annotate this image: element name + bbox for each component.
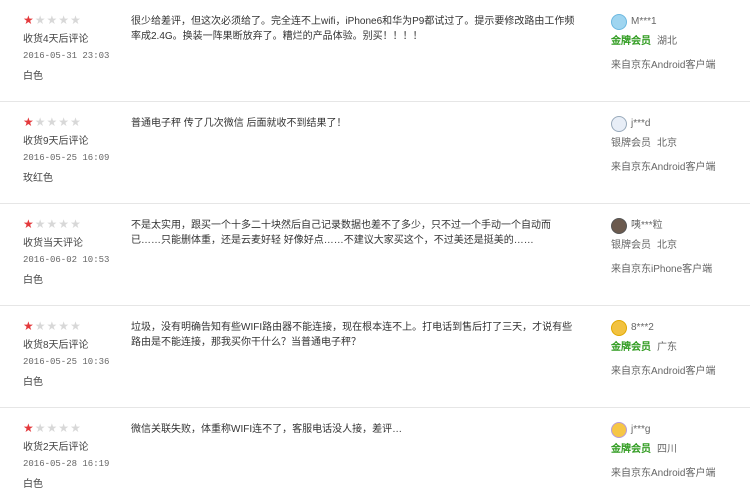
review-meta: ★★★★★ 收货9天后评论 2016-05-25 16:09 玫红色 xyxy=(23,116,123,184)
reviewer-name[interactable]: j***d xyxy=(631,118,650,129)
review-delay: 收货4天后评论 xyxy=(23,34,89,45)
review-date: 2016-05-25 16:09 xyxy=(23,153,110,163)
member-level: 金牌会员 xyxy=(611,342,651,353)
member-level: 金牌会员 xyxy=(611,444,651,455)
review-item: ★★★★★ 收货9天后评论 2016-05-25 16:09 玫红色 普通电子秤… xyxy=(0,102,750,204)
star-rating: ★★★★★ xyxy=(23,320,123,332)
product-color: 白色 xyxy=(23,71,43,82)
star-icon: ★ xyxy=(34,319,47,333)
star-icon: ★ xyxy=(46,421,59,435)
review-content: 不是太实用，跟买一个十多二十块然后自己记录数据也差不了多少，只不过一个手动一个自… xyxy=(131,220,551,246)
star-icon: ★ xyxy=(23,13,35,27)
review-item: ★★★★★ 收货4天后评论 2016-05-31 23:03 白色 很少给差评，… xyxy=(0,0,750,102)
review-content: 很少给差评，但这次必须给了。完全连不上wifi，iPhone6和华为P9都试过了… xyxy=(131,16,575,42)
star-icon: ★ xyxy=(70,115,82,129)
reviewer-info: j***g 金牌会员 四川 来自京东Android客户端 xyxy=(611,422,741,479)
product-color: 白色 xyxy=(23,377,43,388)
star-icon: ★ xyxy=(34,217,47,231)
reviewer-name[interactable]: 咦***粒 xyxy=(631,220,663,231)
star-icon: ★ xyxy=(58,115,71,129)
review-item: ★★★★★ 收货2天后评论 2016-05-28 16:19 白色 微信关联失败… xyxy=(0,408,750,497)
star-rating: ★★★★★ xyxy=(23,422,123,434)
review-date: 2016-05-25 10:36 xyxy=(23,357,110,367)
avatar-icon[interactable] xyxy=(611,218,627,234)
reviewer-location: 北京 xyxy=(657,240,677,251)
star-icon: ★ xyxy=(70,217,82,231)
review-date: 2016-05-31 23:03 xyxy=(23,51,110,61)
product-color: 白色 xyxy=(23,275,43,286)
avatar-icon[interactable] xyxy=(611,116,627,132)
reviewer-info: 咦***粒 银牌会员 北京 来自京东iPhone客户端 xyxy=(611,218,741,275)
star-icon: ★ xyxy=(23,115,35,129)
star-icon: ★ xyxy=(23,217,35,231)
avatar-icon[interactable] xyxy=(611,422,627,438)
member-level: 银牌会员 xyxy=(611,240,651,251)
client-source: 来自京东Android客户端 xyxy=(611,60,716,71)
review-meta: ★★★★★ 收货4天后评论 2016-05-31 23:03 白色 xyxy=(23,14,123,82)
review-meta: ★★★★★ 收货8天后评论 2016-05-25 10:36 白色 xyxy=(23,320,123,388)
star-icon: ★ xyxy=(58,13,71,27)
avatar-icon[interactable] xyxy=(611,14,627,30)
review-content: 普通电子秤 传了几次微信 后面就收不到结果了！ xyxy=(131,118,347,129)
reviewer-location: 广东 xyxy=(657,342,677,353)
reviewer-name[interactable]: M***1 xyxy=(631,16,657,27)
star-rating: ★★★★★ xyxy=(23,218,123,230)
star-icon: ★ xyxy=(23,421,35,435)
star-rating: ★★★★★ xyxy=(23,14,123,26)
review-list: ★★★★★ 收货4天后评论 2016-05-31 23:03 白色 很少给差评，… xyxy=(0,0,750,497)
reviewer-location: 四川 xyxy=(657,444,677,455)
review-delay: 收货9天后评论 xyxy=(23,136,89,147)
review-meta: ★★★★★ 收货2天后评论 2016-05-28 16:19 白色 xyxy=(23,422,123,490)
star-icon: ★ xyxy=(46,115,59,129)
reviewer-info: j***d 银牌会员 北京 来自京东Android客户端 xyxy=(611,116,741,173)
reviewer-location: 北京 xyxy=(657,138,677,149)
product-color: 玫红色 xyxy=(23,173,53,184)
star-icon: ★ xyxy=(23,319,35,333)
reviewer-location: 湖北 xyxy=(657,36,677,47)
review-item: ★★★★★ 收货8天后评论 2016-05-25 10:36 白色 垃圾，没有明… xyxy=(0,306,750,408)
star-icon: ★ xyxy=(34,13,47,27)
review-delay: 收货当天评论 xyxy=(23,238,83,249)
review-delay: 收货8天后评论 xyxy=(23,340,89,351)
star-icon: ★ xyxy=(34,421,47,435)
reviewer-info: 8***2 金牌会员 广东 来自京东Android客户端 xyxy=(611,320,741,377)
reviewer-name[interactable]: 8***2 xyxy=(631,322,654,333)
star-icon: ★ xyxy=(70,319,82,333)
client-source: 来自京东Android客户端 xyxy=(611,162,716,173)
client-source: 来自京东Android客户端 xyxy=(611,366,716,377)
client-source: 来自京东iPhone客户端 xyxy=(611,264,713,275)
reviewer-name[interactable]: j***g xyxy=(631,424,650,435)
member-level: 金牌会员 xyxy=(611,36,651,47)
star-icon: ★ xyxy=(46,217,59,231)
star-icon: ★ xyxy=(70,13,82,27)
member-level: 银牌会员 xyxy=(611,138,651,149)
review-content: 垃圾，没有明确告知有些WIFI路由器不能连接，现在根本连不上。打电话到售后打了三… xyxy=(131,322,573,348)
product-color: 白色 xyxy=(23,479,43,490)
review-meta: ★★★★★ 收货当天评论 2016-06-02 10:53 白色 xyxy=(23,218,123,286)
star-icon: ★ xyxy=(46,319,59,333)
star-icon: ★ xyxy=(34,115,47,129)
avatar-icon[interactable] xyxy=(611,320,627,336)
review-item: ★★★★★ 收货当天评论 2016-06-02 10:53 白色 不是太实用，跟… xyxy=(0,204,750,306)
star-icon: ★ xyxy=(70,421,82,435)
review-content: 微信关联失败，体重称WIFI连不了，客服电话没人接，差评… xyxy=(131,424,403,435)
client-source: 来自京东Android客户端 xyxy=(611,468,716,479)
review-delay: 收货2天后评论 xyxy=(23,442,89,453)
star-icon: ★ xyxy=(58,319,71,333)
star-icon: ★ xyxy=(58,217,71,231)
reviewer-info: M***1 金牌会员 湖北 来自京东Android客户端 xyxy=(611,14,741,71)
star-rating: ★★★★★ xyxy=(23,116,123,128)
review-date: 2016-06-02 10:53 xyxy=(23,255,110,265)
star-icon: ★ xyxy=(58,421,71,435)
review-date: 2016-05-28 16:19 xyxy=(23,459,110,469)
star-icon: ★ xyxy=(46,13,59,27)
